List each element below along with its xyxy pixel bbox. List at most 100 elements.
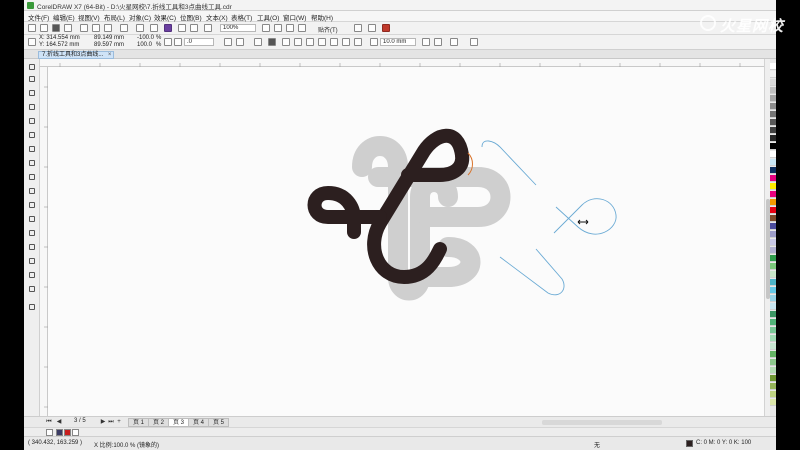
palette-swatch[interactable] [770,327,776,334]
freehand-tool-icon[interactable] [28,117,36,125]
cut-icon[interactable] [80,24,88,32]
palette-swatch[interactable] [770,191,776,198]
page-tab-3[interactable]: 页 3 [168,418,190,427]
no-color-swatch[interactable] [46,429,53,436]
search-content-icon[interactable] [150,24,158,32]
shape-tool-icon[interactable] [28,75,36,83]
trim-icon[interactable] [294,38,302,46]
palette-swatch[interactable] [770,151,776,158]
palette-swatch[interactable] [770,167,776,174]
menu-edit[interactable]: 编辑(E) [53,12,75,22]
snap-to-dropdown[interactable]: 贴齐(T) [318,25,338,34]
import-icon[interactable] [164,24,172,32]
palette-swatch[interactable] [770,247,776,254]
palette-swatch[interactable] [770,199,776,206]
show-guidelines-icon[interactable] [298,24,306,32]
menu-tools[interactable]: 工具(O) [257,12,279,22]
swatch-red[interactable] [64,429,71,436]
rectangle-tool-icon[interactable] [28,145,36,153]
drop-shadow-tool-icon[interactable] [28,229,36,237]
polygon-tool-icon[interactable] [28,173,36,181]
menu-layout[interactable]: 布局(L) [104,12,125,22]
palette-swatch[interactable] [770,79,776,86]
palette-swatch[interactable] [770,287,776,294]
menu-effects[interactable]: 效果(C) [154,12,176,22]
launch-icon[interactable] [382,24,390,32]
front-minus-back-icon[interactable] [330,38,338,46]
page-tab-4[interactable]: 页 4 [188,418,210,427]
scale-y-field[interactable]: 100.0 [137,42,152,48]
smart-fill-tool-icon[interactable] [28,285,36,293]
ellipse-tool-icon[interactable] [28,159,36,167]
add-tool-plus-icon[interactable] [28,303,36,311]
outline-width-select[interactable]: 10.0 mm [380,38,416,46]
paste-icon[interactable] [104,24,112,32]
fill-color-swatch[interactable] [686,440,693,447]
pick-tool-icon[interactable] [28,63,36,71]
palette-swatch[interactable] [770,311,776,318]
palette-swatch[interactable] [770,207,776,214]
last-page-button[interactable]: ⏭ [108,419,114,425]
palette-swatch[interactable] [770,183,776,190]
color-eyedropper-tool-icon[interactable] [28,257,36,265]
connector-tool-icon[interactable] [28,215,36,223]
palette-swatch[interactable] [770,303,776,310]
next-page-button[interactable]: ▶ [100,419,106,425]
palette-swatch[interactable] [770,119,776,126]
mirror-vertical-icon[interactable] [236,38,244,46]
export-icon[interactable] [178,24,186,32]
palette-swatch[interactable] [770,383,776,390]
open-folder-icon[interactable] [40,24,48,32]
menu-help[interactable]: 帮助(H) [311,12,333,22]
palette-swatch[interactable] [770,135,776,142]
show-rulers-icon[interactable] [274,24,282,32]
document-tab[interactable]: 7.折线工具和3点曲线... × [38,51,115,59]
palette-swatch[interactable] [770,111,776,118]
height-field[interactable]: 89.597 mm [94,42,124,48]
show-grid-icon[interactable] [286,24,294,32]
palette-swatch[interactable] [770,127,776,134]
color-palette[interactable] [770,59,776,416]
weld-icon[interactable] [282,38,290,46]
vertical-ruler[interactable] [40,67,48,416]
transparency-tool-icon[interactable] [28,243,36,251]
rotation-angle-field[interactable]: .0 [184,38,214,46]
palette-swatch[interactable] [770,143,776,150]
scale-x-field[interactable]: -100.0 [137,35,154,41]
page-tab-5[interactable]: 页 5 [208,418,230,427]
zoom-tool-icon[interactable] [28,103,36,111]
position-x-field[interactable]: X: 314.554 mm [39,35,80,41]
palette-swatch[interactable] [770,367,776,374]
menu-view[interactable]: 视图(V) [78,12,100,22]
palette-swatch[interactable] [770,231,776,238]
add-page-button[interactable]: + [116,419,122,425]
undo-icon[interactable] [120,24,128,32]
welcome-screen-icon[interactable] [368,24,376,32]
palette-swatch[interactable] [770,271,776,278]
menu-window[interactable]: 窗口(W) [283,12,306,22]
blue-guide-curves[interactable] [481,140,617,296]
palette-swatch[interactable] [770,103,776,110]
simplify-icon[interactable] [318,38,326,46]
menu-file[interactable]: 文件(F) [28,12,49,22]
lock-ratio-icon[interactable] [164,38,172,46]
interactive-fill-tool-icon[interactable] [28,271,36,279]
palette-swatch[interactable] [770,223,776,230]
mirror-horizontal-icon[interactable] [224,38,232,46]
palette-swatch[interactable] [770,63,776,70]
position-y-field[interactable]: Y: 164.572 mm [39,42,79,48]
group-icon[interactable] [268,38,276,46]
palette-swatch[interactable] [770,375,776,382]
palette-swatch[interactable] [770,159,776,166]
horizontal-scrollbar[interactable] [542,420,662,425]
new-document-icon[interactable] [28,24,36,32]
previous-page-button[interactable]: ◀ [56,419,62,425]
page-tab-2[interactable]: 页 2 [148,418,170,427]
palette-swatch[interactable] [770,71,776,78]
horizontal-ruler[interactable] [40,59,764,67]
palette-swatch[interactable] [770,95,776,102]
save-icon[interactable] [52,24,60,32]
swatch-navy[interactable] [56,429,63,436]
publish-pdf-icon[interactable] [190,24,198,32]
first-page-button[interactable]: ⏮ [46,419,52,425]
